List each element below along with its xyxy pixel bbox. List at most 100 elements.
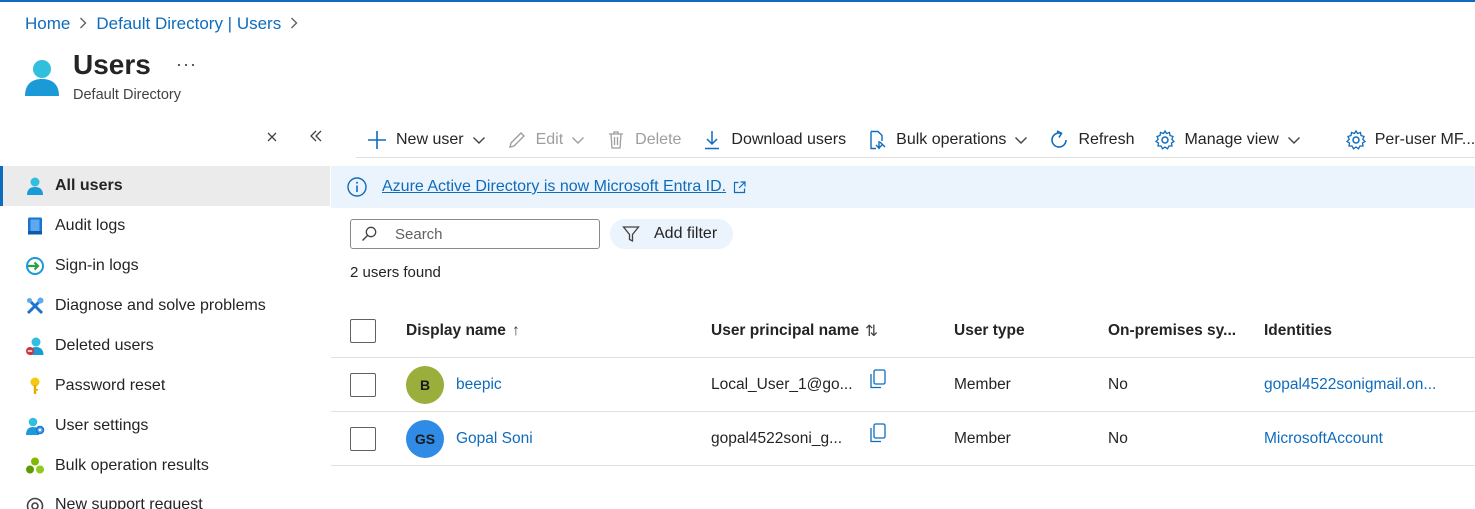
select-all-checkbox[interactable]: [350, 319, 376, 343]
sidebar-item-label: Sign-in logs: [55, 257, 139, 274]
delete-button[interactable]: Delete: [605, 129, 681, 151]
sidebar-item-audit-logs[interactable]: Audit logs: [0, 206, 330, 246]
chevron-down-icon: [472, 133, 486, 147]
table-row[interactable]: B beepic Local_User_1@go... Member No go…: [331, 358, 1475, 412]
column-header-identities[interactable]: Identities: [1264, 305, 1332, 357]
breadcrumb: Home Default Directory | Users: [25, 14, 307, 34]
pencil-icon: [506, 129, 528, 151]
sidebar-item-label: Deleted users: [55, 337, 154, 354]
gear-icon: [1345, 129, 1367, 151]
sidebar-item-new-support-request[interactable]: New support request: [0, 486, 330, 509]
table-row[interactable]: GS Gopal Soni gopal4522soni_g... Member …: [331, 412, 1475, 466]
sidebar-item-all-users[interactable]: All users: [0, 166, 330, 206]
banner-link[interactable]: Azure Active Directory is now Microsoft …: [382, 178, 726, 196]
table-header-row: Display name ↑ User principal name ⇅ Use…: [331, 305, 1475, 358]
more-options-button[interactable]: ···: [176, 54, 197, 75]
sidebar-item-label: Audit logs: [55, 217, 126, 234]
close-icon[interactable]: [266, 130, 278, 148]
sidebar-item-label: User settings: [55, 417, 149, 434]
page-subtitle: Default Directory: [73, 87, 181, 103]
new-user-label: New user: [396, 130, 464, 148]
copy-icon[interactable]: [869, 369, 887, 389]
bulk-results-icon: [25, 456, 45, 476]
row-checkbox[interactable]: [350, 426, 376, 451]
display-name-link[interactable]: beepic: [456, 376, 502, 394]
external-link-icon[interactable]: [733, 180, 746, 194]
avatar: GS: [406, 419, 444, 458]
column-header-display-name[interactable]: Display name ↑: [406, 305, 520, 357]
column-header-on-premises[interactable]: On-premises sy...: [1108, 305, 1236, 357]
new-user-button[interactable]: New user: [366, 129, 486, 151]
command-bar: New user Edit Delete Download users Bulk…: [356, 122, 1475, 158]
display-name-link[interactable]: Gopal Soni: [456, 430, 533, 448]
breadcrumb-chevron-icon: [79, 17, 87, 32]
users-table: Display name ↑ User principal name ⇅ Use…: [331, 305, 1475, 466]
column-header-upn[interactable]: User principal name ⇅: [711, 305, 878, 357]
search-icon: [361, 226, 377, 242]
bulk-operations-label: Bulk operations: [896, 130, 1007, 148]
row-checkbox[interactable]: [350, 372, 376, 397]
column-label: Identities: [1264, 322, 1333, 339]
on-premises-value: No: [1108, 375, 1128, 393]
column-label: User type: [954, 322, 1025, 339]
add-filter-label: Add filter: [654, 225, 718, 242]
sidebar-item-bulk-results[interactable]: Bulk operation results: [0, 446, 330, 486]
top-accent-line: [0, 0, 1475, 2]
info-banner: Azure Active Directory is now Microsoft …: [331, 166, 1475, 208]
user-settings-icon: [25, 416, 45, 436]
user-type-value: Member: [954, 429, 1011, 447]
edit-label: Edit: [535, 130, 564, 148]
breadcrumb-chevron-icon: [290, 17, 298, 32]
results-count: 2 users found: [350, 264, 441, 281]
per-user-mfa-button[interactable]: Per-user MF...: [1345, 129, 1475, 151]
edit-button[interactable]: Edit: [506, 129, 586, 151]
identities-link[interactable]: MicrosoftAccount: [1264, 430, 1383, 448]
refresh-button[interactable]: Refresh: [1048, 129, 1134, 151]
sidebar-item-label: Password reset: [55, 377, 166, 394]
sort-ascending-icon: ↑: [511, 322, 520, 339]
bulk-operations-icon: [866, 129, 888, 151]
column-label: User principal name: [711, 322, 860, 339]
sidebar-item-deleted-users[interactable]: Deleted users: [0, 326, 330, 366]
sidebar-item-user-settings[interactable]: User settings: [0, 406, 330, 446]
sidebar-item-diagnose[interactable]: Diagnose and solve problems: [0, 286, 330, 326]
filter-icon: [622, 225, 640, 243]
bulk-operations-button[interactable]: Bulk operations: [866, 129, 1028, 151]
sidebar-item-sign-in-logs[interactable]: Sign-in logs: [0, 246, 330, 286]
chevron-down-icon: [1014, 133, 1028, 147]
sidebar-item-label: Diagnose and solve problems: [55, 297, 266, 314]
user-type-value: Member: [954, 375, 1011, 393]
manage-view-button[interactable]: Manage view: [1154, 129, 1300, 151]
upn-value: Local_User_1@go...: [711, 375, 853, 393]
plus-icon: [366, 129, 388, 151]
download-users-button[interactable]: Download users: [701, 129, 846, 151]
search-input[interactable]: [395, 225, 585, 243]
sidebar: All users Audit logs Sign-in logs Diagno…: [0, 166, 330, 509]
deleted-user-icon: [25, 336, 45, 356]
sidebar-item-label: Bulk operation results: [55, 457, 209, 474]
breadcrumb-home[interactable]: Home: [25, 14, 70, 34]
user-icon: [25, 176, 45, 196]
download-users-label: Download users: [731, 130, 847, 148]
breadcrumb-users[interactable]: Default Directory | Users: [96, 14, 281, 34]
gear-icon: [1154, 129, 1176, 151]
add-filter-button[interactable]: Add filter: [610, 219, 733, 249]
identities-link[interactable]: gopal4522sonigmail.on...: [1264, 376, 1436, 394]
upn-value: gopal4522soni_g...: [711, 429, 843, 447]
sidebar-item-password-reset[interactable]: Password reset: [0, 366, 330, 406]
avatar: B: [406, 365, 444, 404]
column-header-user-type[interactable]: User type: [954, 305, 1025, 357]
page-title: Users: [73, 49, 151, 80]
download-icon: [701, 129, 723, 151]
sidebar-item-label: New support request: [55, 496, 203, 509]
refresh-icon: [1048, 129, 1070, 151]
chevron-down-icon: [1287, 133, 1301, 147]
collapse-sidebar-icon[interactable]: [309, 128, 323, 148]
copy-icon[interactable]: [869, 423, 887, 443]
per-user-mfa-label: Per-user MF...: [1374, 130, 1475, 148]
key-icon: [25, 376, 45, 396]
column-label: Display name: [406, 322, 506, 339]
sign-in-icon: [25, 256, 45, 276]
delete-label: Delete: [635, 130, 682, 148]
on-premises-value: No: [1108, 429, 1128, 447]
